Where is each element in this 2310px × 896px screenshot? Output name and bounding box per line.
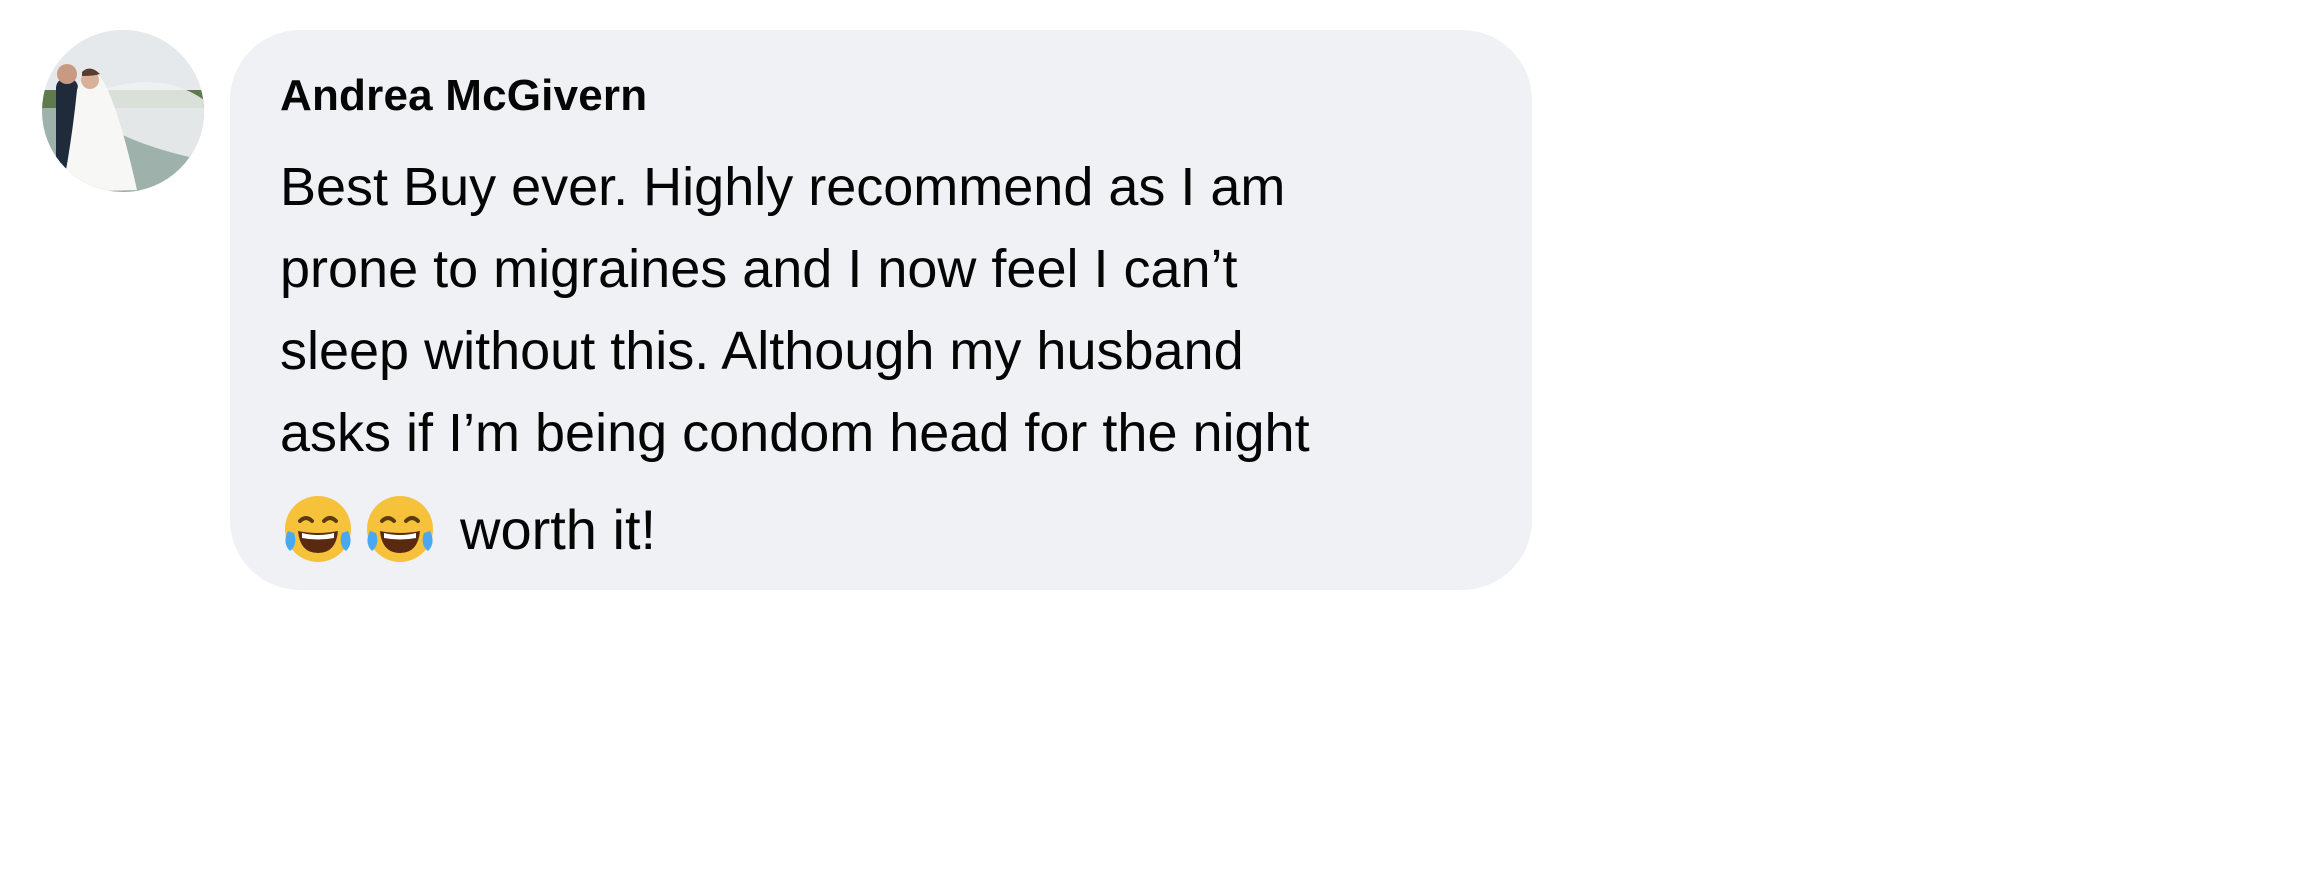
avatar-photo (42, 30, 204, 192)
comment: Andrea McGivern Best Buy ever. Highly re… (0, 0, 1568, 608)
comment-text-line: sleep without this. Although my husband (280, 321, 1244, 381)
comment-text-line: asks if I’m being condom head for the ni… (280, 403, 1310, 463)
comment-emoji-line: worth it! (280, 484, 1492, 574)
comment-bubble: Andrea McGivern Best Buy ever. Highly re… (230, 30, 1532, 590)
comment-text-line: Best Buy ever. Highly recommend as I am (280, 157, 1286, 217)
comment-text-line: prone to migraines and I now feel I can’… (280, 239, 1238, 299)
comment-author[interactable]: Andrea McGivern (280, 68, 1492, 124)
comment-text: Best Buy ever. Highly recommend as I am … (280, 146, 1510, 474)
comment-closing-text: worth it! (460, 497, 657, 561)
face-with-tears-of-joy-icon (362, 491, 438, 567)
face-with-tears-of-joy-icon (280, 491, 356, 567)
avatar[interactable] (42, 30, 204, 192)
